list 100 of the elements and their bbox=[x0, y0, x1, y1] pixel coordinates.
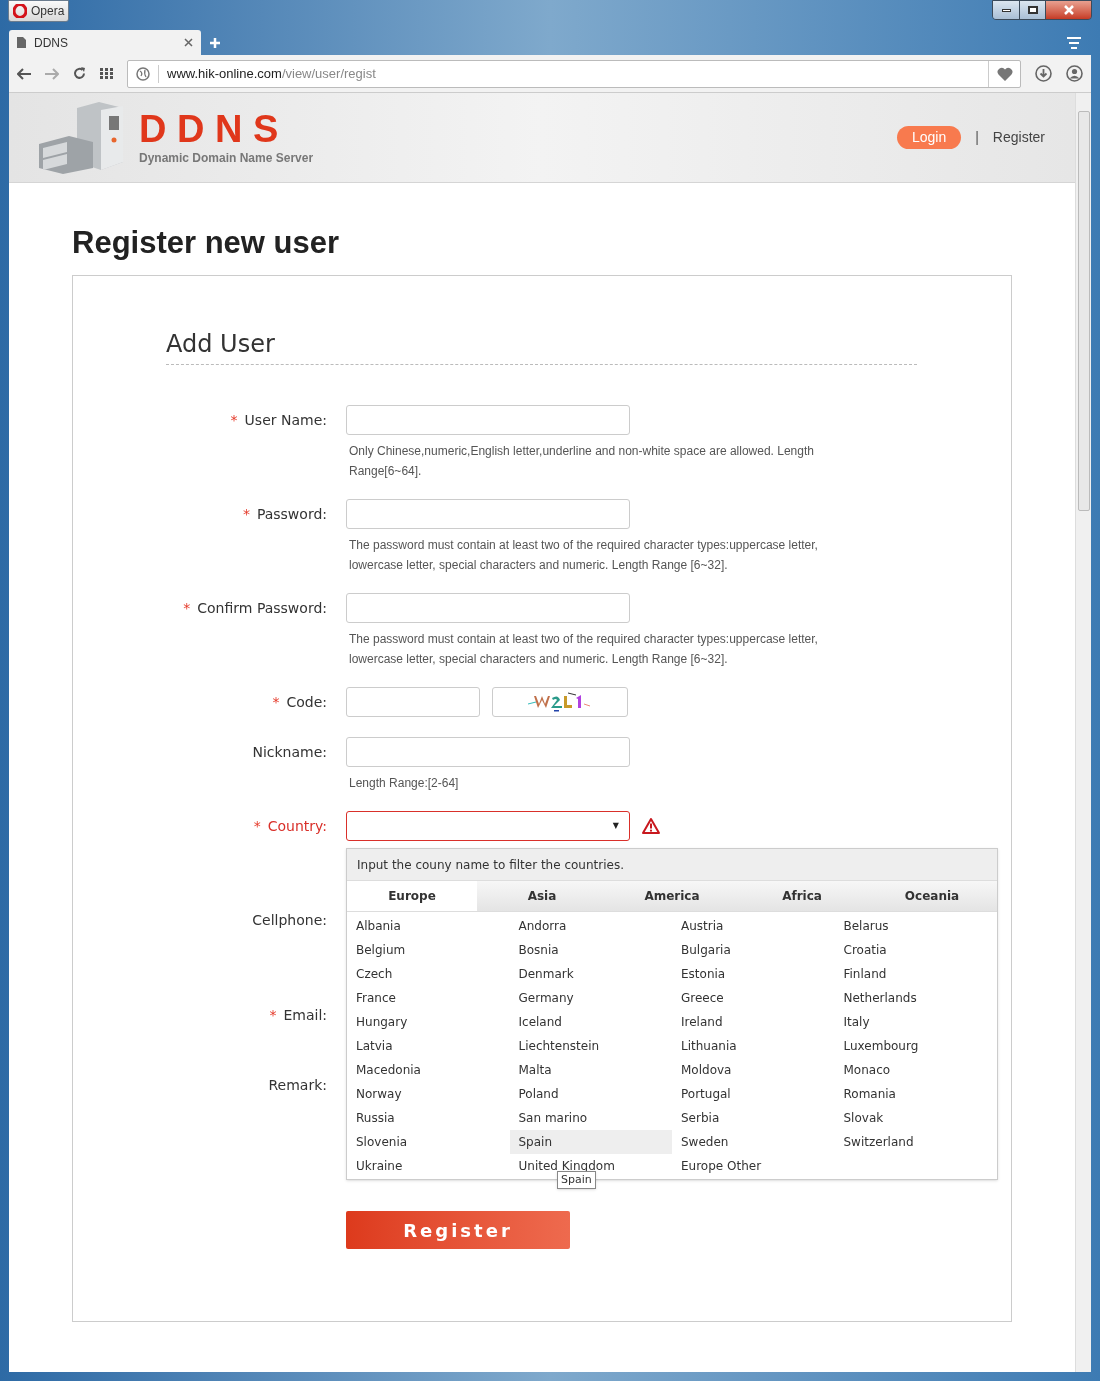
country-item[interactable]: Malta bbox=[509, 1058, 672, 1082]
input-field[interactable] bbox=[346, 593, 630, 623]
country-select[interactable]: ▼ bbox=[346, 811, 630, 841]
country-item[interactable]: Estonia bbox=[672, 962, 835, 986]
minimize-button[interactable] bbox=[993, 1, 1019, 19]
field-label: Confirm Password: bbox=[197, 598, 327, 618]
close-icon[interactable] bbox=[184, 38, 193, 47]
hint-text: The password must contain at least two of the required character types:uppercase letter, lowercase letter, special characters and numeric. Length Range [6~32]. bbox=[349, 537, 819, 574]
account-icon[interactable] bbox=[1066, 65, 1083, 82]
country-item[interactable]: Serbia bbox=[672, 1106, 835, 1130]
page-title: Register new user bbox=[72, 224, 341, 262]
country-item[interactable]: Bulgaria bbox=[672, 938, 835, 962]
country-item[interactable]: Macedonia bbox=[347, 1058, 510, 1082]
country-item[interactable]: Luxembourg bbox=[834, 1034, 997, 1058]
grid-icon[interactable] bbox=[100, 68, 113, 79]
reload-icon[interactable] bbox=[73, 67, 86, 80]
menu-icon[interactable] bbox=[1067, 37, 1081, 49]
country-item[interactable]: Portugal bbox=[672, 1082, 835, 1106]
region-tab[interactable]: Asia bbox=[477, 881, 607, 911]
country-item[interactable]: Norway bbox=[347, 1082, 510, 1106]
address-bar[interactable]: www.hik-online.com/view/user/regist bbox=[127, 59, 1021, 88]
country-item[interactable]: Greece bbox=[672, 986, 835, 1010]
new-tab-icon[interactable] bbox=[209, 37, 221, 49]
country-item[interactable]: Monaco bbox=[834, 1058, 997, 1082]
close-button[interactable] bbox=[1045, 1, 1091, 19]
page-icon bbox=[17, 37, 26, 48]
menu-button[interactable]: Opera bbox=[8, 0, 70, 22]
tab-title: DDNS bbox=[34, 34, 68, 52]
country-item[interactable]: Ireland bbox=[672, 1010, 835, 1034]
input-field[interactable] bbox=[346, 737, 630, 767]
field-label: Nickname: bbox=[252, 742, 327, 762]
field-label: Email: bbox=[283, 1005, 327, 1025]
field-label: Country: bbox=[267, 816, 327, 836]
country-item[interactable]: Belgium bbox=[347, 938, 510, 962]
captcha-frame[interactable] bbox=[492, 687, 628, 717]
country-item[interactable]: Germany bbox=[509, 986, 672, 1010]
country-item[interactable]: Italy bbox=[834, 1010, 997, 1034]
download-icon[interactable] bbox=[1035, 65, 1052, 82]
region-tab[interactable]: America bbox=[607, 881, 737, 911]
country-item[interactable]: Belarus bbox=[834, 914, 997, 938]
field-label: Remark: bbox=[268, 1075, 327, 1095]
required-mark: * bbox=[230, 410, 238, 430]
country-item[interactable]: Romania bbox=[834, 1082, 997, 1106]
input-field[interactable] bbox=[346, 499, 630, 529]
country-item[interactable]: Spain bbox=[509, 1130, 672, 1154]
required-mark: * bbox=[183, 598, 191, 618]
country-item[interactable]: Iceland bbox=[509, 1010, 672, 1034]
maximize-button[interactable] bbox=[1019, 1, 1045, 19]
hint-text: Only Chinese,numeric,English letter,underline and non-white space are allowed. Length Range[6~64]. bbox=[349, 443, 815, 480]
country-item[interactable]: Netherlands bbox=[834, 986, 997, 1010]
country-item[interactable]: Latvia bbox=[347, 1034, 510, 1058]
country-item[interactable]: Liechtenstein bbox=[509, 1034, 672, 1058]
country-item[interactable]: Andorra bbox=[509, 914, 672, 938]
heart-icon[interactable] bbox=[996, 66, 1013, 81]
field-label: Cellphone: bbox=[252, 910, 327, 930]
required-mark: * bbox=[272, 692, 280, 712]
country-item[interactable]: Poland bbox=[509, 1082, 672, 1106]
back-icon[interactable] bbox=[17, 67, 31, 80]
required-mark: * bbox=[269, 1005, 277, 1025]
country-item[interactable]: Albania bbox=[347, 914, 510, 938]
register-button[interactable]: Register bbox=[346, 1211, 570, 1249]
globe-icon bbox=[136, 66, 150, 81]
register-link[interactable]: Register bbox=[992, 127, 1045, 148]
country-item[interactable]: Moldova bbox=[672, 1058, 835, 1082]
country-item[interactable]: Croatia bbox=[834, 938, 997, 962]
country-item[interactable]: Ukraine bbox=[347, 1154, 510, 1178]
region-tab[interactable]: Oceania bbox=[867, 881, 997, 911]
filter-hint: Input the couny name to filter the countries. bbox=[347, 849, 997, 881]
country-item[interactable]: Lithuania bbox=[672, 1034, 835, 1058]
required-mark: * bbox=[242, 504, 250, 524]
country-item[interactable]: Slovenia bbox=[347, 1130, 510, 1154]
country-item[interactable]: France bbox=[347, 986, 510, 1010]
country-item[interactable]: Austria bbox=[672, 914, 835, 938]
separator: | bbox=[975, 128, 979, 147]
server-icon bbox=[39, 101, 125, 174]
country-item[interactable]: San marino bbox=[509, 1106, 672, 1130]
country-item[interactable]: Bosnia bbox=[509, 938, 672, 962]
region-tab[interactable]: Africa bbox=[737, 881, 867, 911]
hint-text: The password must contain at least two of the required character types:uppercase letter, lowercase letter, special characters and numeric. Length Range [6~32]. bbox=[349, 631, 819, 668]
input-field[interactable] bbox=[346, 687, 480, 717]
url-text: www.hik-online.com/view/user/regist bbox=[167, 64, 376, 83]
country-item[interactable]: Finland bbox=[834, 962, 997, 986]
logo-subtitle: Dynamic Domain Name Server bbox=[139, 149, 314, 167]
country-item[interactable]: Czech bbox=[347, 962, 510, 986]
country-item[interactable]: Sweden bbox=[672, 1130, 835, 1154]
field-label: User Name: bbox=[244, 410, 327, 430]
hint-text: Length Range:[2-64] bbox=[349, 775, 460, 792]
country-item[interactable]: Denmark bbox=[509, 962, 672, 986]
country-item[interactable]: Slovak bbox=[834, 1106, 997, 1130]
country-item[interactable]: Europe Other bbox=[672, 1154, 835, 1178]
field-label: Code: bbox=[286, 692, 327, 712]
input-field[interactable] bbox=[346, 405, 630, 435]
country-item[interactable]: Russia bbox=[347, 1106, 510, 1130]
country-item[interactable]: Hungary bbox=[347, 1010, 510, 1034]
warning-icon bbox=[642, 818, 660, 834]
tooltip: Spain bbox=[557, 1171, 596, 1189]
scrollbar[interactable] bbox=[1075, 93, 1091, 1372]
country-item[interactable]: Switzerland bbox=[834, 1130, 997, 1154]
browser-tab[interactable]: DDNS bbox=[9, 30, 201, 55]
required-mark: * bbox=[253, 816, 261, 836]
